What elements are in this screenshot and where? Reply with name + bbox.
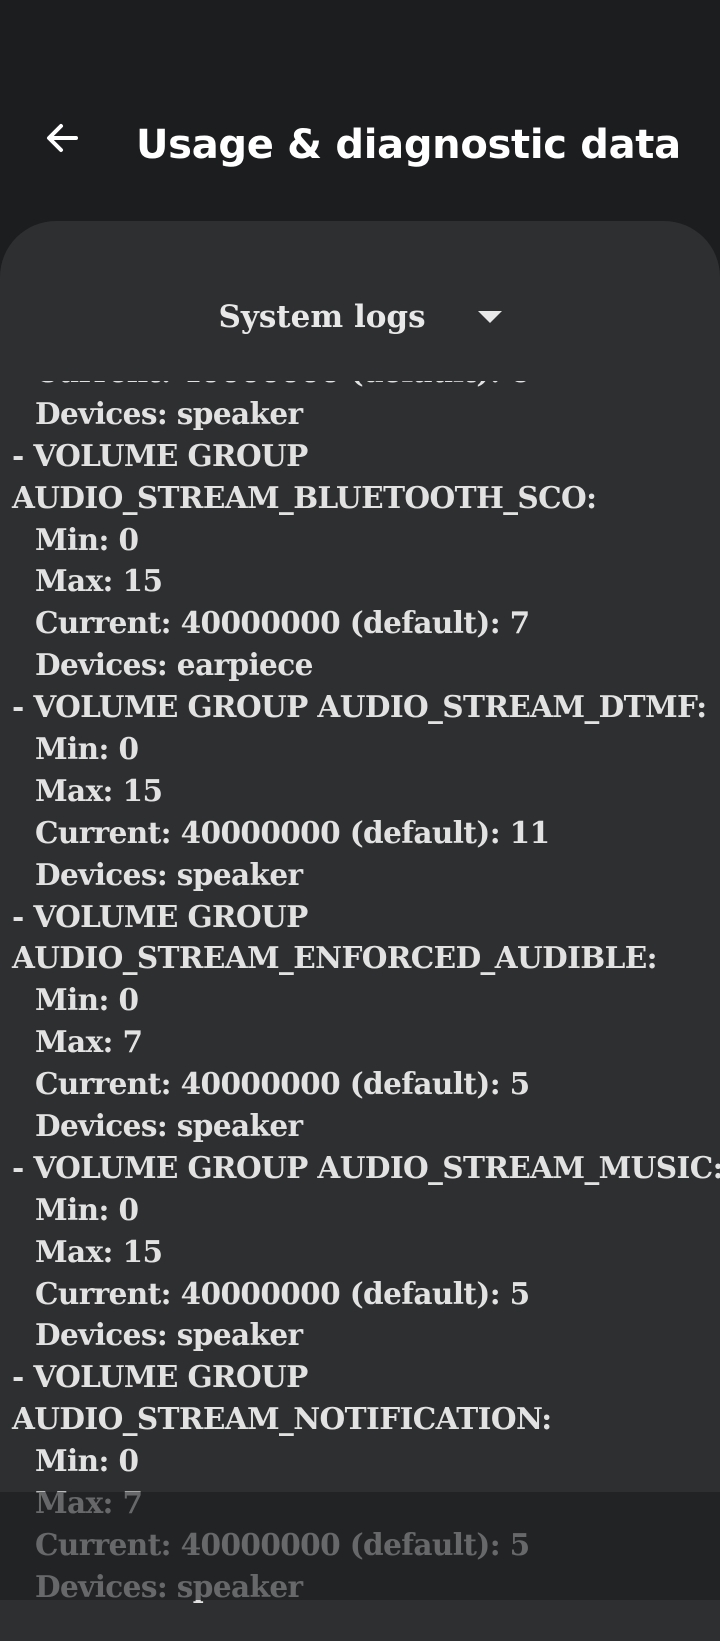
log-line: Devices: speaker	[35, 395, 303, 431]
log-line: - VOLUME GROUP	[12, 437, 308, 473]
log-list: Current: 40000000 (default): 6 Devices: s…	[0, 381, 720, 1608]
log-line: Devices: earpiece	[35, 647, 313, 683]
log-line: Current: 40000000 (default): 5	[35, 1275, 530, 1311]
log-line: Max: 15	[35, 563, 163, 599]
log-line: AUDIO_STREAM_ENFORCED_AUDIBLE:	[12, 940, 658, 976]
log-line: Current: 40000000 (default): 11	[35, 814, 550, 850]
log-line: Min: 0	[35, 521, 139, 557]
log-line: Current: 40000000 (default): 7	[35, 605, 530, 641]
log-line: Max: 7	[35, 1485, 143, 1521]
log-line: Max: 15	[35, 1233, 163, 1269]
log-line: Min: 0	[35, 731, 139, 767]
log-line: Min: 0	[35, 1191, 139, 1227]
log-type-dropdown[interactable]: System logs	[0, 287, 720, 347]
log-line: - VOLUME GROUP	[12, 898, 308, 934]
log-line: Current: 40000000 (default): 6	[0, 381, 720, 393]
log-line: - VOLUME GROUP AUDIO_STREAM_MUSIC:	[12, 1149, 720, 1185]
caret-down-icon	[477, 311, 502, 323]
status-bar	[0, 0, 720, 88]
arrow-back-icon	[47, 124, 78, 152]
log-line: Devices: speaker	[35, 856, 303, 892]
log-line: Devices: speaker	[35, 1108, 303, 1144]
dropdown-selected-label: System logs	[218, 299, 426, 335]
log-line: Devices: speaker	[35, 1317, 303, 1353]
log-line: Min: 0	[35, 1443, 139, 1479]
app-bar: Usage & diagnostic data	[0, 88, 720, 210]
log-line: Devices: speaker	[35, 1568, 303, 1604]
log-line: AUDIO_STREAM_BLUETOOTH_SCO:	[12, 479, 597, 515]
log-line: Max: 7	[35, 1024, 143, 1060]
back-button[interactable]	[34, 110, 90, 166]
log-scroll-area[interactable]: Current: 40000000 (default): 6 Devices: s…	[0, 381, 720, 1641]
log-line: - VOLUME GROUP AUDIO_STREAM_DTMF:	[12, 689, 707, 725]
log-line: Current: 40000000 (default): 5	[35, 1066, 530, 1102]
log-line: - VOLUME GROUP	[12, 1359, 308, 1395]
log-line: AUDIO_STREAM_NOTIFICATION:	[12, 1401, 552, 1437]
log-line: Max: 15	[35, 772, 163, 808]
log-line: Min: 0	[35, 982, 139, 1018]
page-title: Usage & diagnostic data	[136, 122, 681, 168]
logs-card: System logs Current: 40000000 (default):…	[0, 221, 720, 1641]
log-line: Current: 40000000 (default): 5	[35, 1526, 530, 1562]
